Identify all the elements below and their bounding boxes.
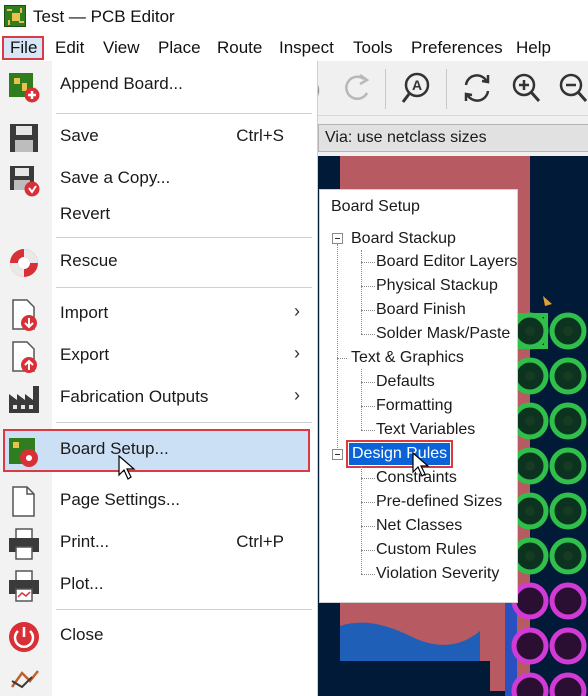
tree-group-board-stackup[interactable]: Board Stackup — [351, 228, 456, 250]
menu-item-label: Fabrication Outputs — [60, 387, 209, 406]
tree-item-net-classes[interactable]: Net Classes — [376, 515, 462, 537]
menu-item-label: Revert — [60, 204, 111, 223]
tree-item-violation-severity[interactable]: Violation Severity — [376, 563, 499, 585]
tree-group-text-graphics[interactable]: Text & Graphics — [351, 347, 464, 369]
menu-item-export[interactable]: Export › — [0, 335, 318, 377]
menu-file[interactable]: File — [2, 36, 44, 60]
collapse-icon[interactable] — [332, 233, 343, 244]
partial-tool-icon — [10, 670, 39, 689]
shortcut-label: Ctrl+S — [236, 126, 284, 145]
menu-item-label: Save — [60, 126, 99, 145]
save-icon — [10, 124, 38, 152]
tree-item-physical-stackup[interactable]: Physical Stackup — [376, 275, 498, 297]
close-icon — [9, 622, 39, 652]
menu-item-label: Print... — [60, 532, 110, 551]
tree-item-board-finish[interactable]: Board Finish — [376, 299, 466, 321]
rescue-icon — [10, 249, 38, 277]
menu-place[interactable]: Place — [158, 36, 201, 60]
menu-item-label: Board Setup... — [60, 439, 169, 458]
menu-view[interactable]: View — [103, 36, 140, 60]
tree-item-predefined-sizes[interactable]: Pre-defined Sizes — [376, 491, 502, 513]
find-icon[interactable]: A — [400, 71, 434, 105]
plot-icon — [9, 570, 39, 602]
menu-item-label: Import — [60, 303, 109, 322]
menu-item-append-board[interactable]: Append Board... — [0, 64, 318, 106]
page-settings-icon — [12, 486, 35, 517]
submenu-arrow-icon: › — [294, 301, 300, 321]
via-size-select[interactable]: Via: use netclass sizes — [318, 124, 588, 152]
tree-item-custom-rules[interactable]: Custom Rules — [376, 539, 476, 561]
title-bar: Test — PCB Editor — [0, 0, 588, 34]
menu-item-label: Export — [60, 345, 110, 364]
fabrication-icon — [9, 386, 39, 413]
menu-item-label: Rescue — [60, 251, 118, 270]
menu-item-print[interactable]: Print... Ctrl+P — [0, 522, 318, 564]
save-copy-icon — [10, 166, 40, 197]
menu-item-page-settings[interactable]: Page Settings... — [0, 480, 318, 522]
menu-item-fabrication-outputs[interactable]: Fabrication Outputs › — [0, 377, 318, 419]
menu-item-label: Close — [60, 625, 104, 644]
mouse-cursor-icon — [118, 455, 136, 480]
menu-item-revert[interactable]: Revert — [0, 194, 318, 236]
tree-item-formatting[interactable]: Formatting — [376, 395, 452, 417]
menu-inspect[interactable]: Inspect — [279, 36, 334, 60]
menu-item-import[interactable]: Import › — [0, 293, 318, 335]
menu-bar: File Edit View Place Route Inspect Tools… — [0, 34, 588, 61]
via-toolbar: Via: use netclass sizes — [300, 116, 588, 156]
kicad-pcb-icon — [4, 5, 26, 27]
tree-title: Board Setup — [331, 198, 420, 215]
board-setup-tree: Board Setup Board Stackup Board Editor L… — [319, 189, 518, 603]
collapse-icon[interactable] — [332, 449, 343, 460]
export-icon — [12, 341, 37, 373]
tree-item-board-editor-layers[interactable]: Board Editor Layers — [376, 251, 517, 273]
menu-item-label: Append Board... — [60, 74, 183, 93]
redo-icon[interactable] — [340, 71, 374, 105]
menu-item-close[interactable]: Close — [0, 615, 318, 657]
menu-item-board-setup[interactable]: Board Setup... — [0, 429, 318, 480]
menu-item-plot[interactable]: Plot... — [0, 564, 318, 606]
append-board-icon — [9, 73, 40, 103]
main-toolbar: A — [300, 61, 588, 116]
print-icon — [9, 528, 39, 560]
zoom-out-icon[interactable] — [556, 71, 588, 105]
tree-group-design-rules[interactable]: Design Rules — [345, 440, 454, 468]
shortcut-label: Ctrl+P — [236, 532, 284, 551]
tree-item-text-variables[interactable]: Text Variables — [376, 419, 475, 441]
window-title: Test — PCB Editor — [33, 7, 175, 26]
menu-item-save[interactable]: Save Ctrl+S — [0, 116, 318, 158]
tree-item-solder-mask-paste[interactable]: Solder Mask/Paste — [376, 323, 510, 345]
submenu-arrow-icon: › — [294, 343, 300, 363]
file-menu-dropdown: Append Board... Save Ctrl+S Save a Copy.… — [0, 61, 318, 696]
tree-item-defaults[interactable]: Defaults — [376, 371, 435, 393]
menu-item-rescue[interactable]: Rescue — [0, 241, 318, 283]
mouse-cursor-icon — [412, 452, 430, 477]
menu-preferences[interactable]: Preferences — [411, 36, 503, 60]
menu-item-label: Save a Copy... — [60, 168, 171, 187]
submenu-arrow-icon: › — [294, 385, 300, 405]
menu-item-label: Page Settings... — [60, 490, 181, 509]
menu-help[interactable]: Help — [516, 36, 551, 60]
import-icon — [12, 299, 37, 331]
menu-edit[interactable]: Edit — [55, 36, 84, 60]
board-setup-icon — [9, 438, 38, 467]
svg-text:A: A — [412, 77, 422, 93]
menu-route[interactable]: Route — [217, 36, 262, 60]
menu-item-label: Plot... — [60, 574, 104, 593]
zoom-in-icon[interactable] — [509, 71, 543, 105]
refresh-icon[interactable] — [460, 71, 494, 105]
menu-tools[interactable]: Tools — [353, 36, 393, 60]
